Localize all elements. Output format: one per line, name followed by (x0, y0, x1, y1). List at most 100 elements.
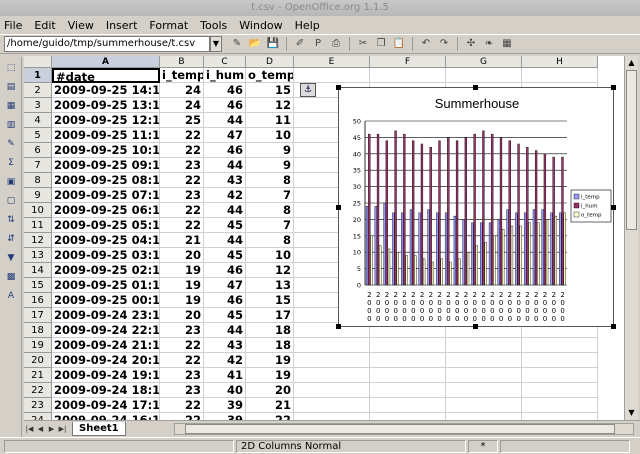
data-cell[interactable]: 21 (160, 233, 204, 248)
chart-handle-t[interactable] (473, 85, 478, 90)
data-cell[interactable] (522, 413, 598, 420)
data-cell[interactable]: 10 (246, 248, 294, 263)
header-cell[interactable] (294, 68, 370, 83)
data-cell[interactable] (522, 368, 598, 383)
next-sheet-icon[interactable]: ▶ (46, 423, 57, 435)
data-cell[interactable]: 13 (246, 278, 294, 293)
data-cell[interactable] (370, 413, 446, 420)
column-header-d[interactable]: D (246, 56, 294, 68)
data-cell[interactable]: 8 (246, 233, 294, 248)
anchor-icon[interactable]: ⚓ (300, 83, 316, 97)
menu-insert[interactable]: Insert (106, 19, 138, 32)
paste-icon[interactable]: 📋 (392, 37, 406, 51)
header-cell[interactable] (370, 68, 446, 83)
row-header[interactable]: 21 (24, 368, 52, 383)
data-cell[interactable]: 2009-09-25 14:15 (52, 83, 160, 98)
data-cell[interactable]: 24 (160, 98, 204, 113)
menu-help[interactable]: Help (295, 19, 320, 32)
data-cell[interactable]: 7 (246, 218, 294, 233)
last-sheet-icon[interactable]: ▶| (57, 423, 68, 435)
data-cell[interactable]: 2009-09-25 10:15 (52, 143, 160, 158)
insert-object-icon[interactable]: ▥ (4, 117, 18, 131)
cut-icon[interactable]: ✂ (356, 37, 370, 51)
data-cell[interactable]: 39 (204, 398, 246, 413)
data-cell[interactable]: 19 (246, 353, 294, 368)
data-cell[interactable]: 47 (204, 278, 246, 293)
row-header[interactable]: 14 (24, 263, 52, 278)
data-cell[interactable]: 22 (160, 398, 204, 413)
column-header-g[interactable]: G (446, 56, 522, 68)
data-cell[interactable]: 2009-09-24 16:15 (52, 413, 160, 420)
chart-handle-bl[interactable] (336, 324, 341, 329)
data-cell[interactable] (294, 413, 370, 420)
row-header[interactable]: 20 (24, 353, 52, 368)
menu-window[interactable]: Window (239, 19, 282, 32)
data-cell[interactable]: 44 (204, 323, 246, 338)
data-cell[interactable]: 22 (160, 338, 204, 353)
sheet-tab[interactable]: Sheet1 (72, 421, 126, 436)
data-cell[interactable]: 2009-09-25 05:15 (52, 218, 160, 233)
edit-mode-icon[interactable]: ✐ (293, 37, 307, 51)
data-cell[interactable]: 22 (160, 128, 204, 143)
row-header[interactable]: 22 (24, 383, 52, 398)
row-header[interactable]: 12 (24, 233, 52, 248)
row-header[interactable]: 10 (24, 203, 52, 218)
chart-icon[interactable]: ▩ (4, 269, 18, 283)
edit-file-icon[interactable]: ✎ (230, 37, 244, 51)
data-cell[interactable]: 22 (160, 218, 204, 233)
data-cell[interactable]: 46 (204, 83, 246, 98)
data-cell[interactable] (370, 368, 446, 383)
data-cell[interactable]: 45 (204, 308, 246, 323)
save-icon[interactable]: 💾 (266, 37, 280, 51)
data-cell[interactable]: 23 (160, 188, 204, 203)
data-cell[interactable] (294, 368, 370, 383)
data-cell[interactable]: 22 (160, 353, 204, 368)
autospellcheck-icon[interactable]: ▢ (4, 193, 18, 207)
data-cell[interactable]: 2009-09-25 12:15 (52, 113, 160, 128)
row-header[interactable]: 17 (24, 308, 52, 323)
data-cell[interactable]: 23 (160, 323, 204, 338)
data-cell[interactable]: 20 (160, 308, 204, 323)
navigator-icon[interactable]: ✣ (464, 37, 478, 51)
data-cell[interactable]: 44 (204, 113, 246, 128)
data-cell[interactable] (370, 398, 446, 413)
data-cell[interactable] (446, 353, 522, 368)
open-icon[interactable]: 📂 (248, 37, 262, 51)
insert-icon[interactable]: ▤ (4, 79, 18, 93)
stylist-icon[interactable]: ❧ (482, 37, 496, 51)
data-cell[interactable] (522, 338, 598, 353)
row-header[interactable]: 8 (24, 173, 52, 188)
print-icon[interactable]: ⎙ (329, 37, 343, 51)
data-cell[interactable]: 2009-09-25 07:15 (52, 188, 160, 203)
data-cell[interactable]: 23 (160, 158, 204, 173)
data-cell[interactable]: 22 (160, 203, 204, 218)
row-header[interactable]: 15 (24, 278, 52, 293)
data-cell[interactable]: 12 (246, 98, 294, 113)
menu-edit[interactable]: Edit (34, 19, 55, 32)
data-cell[interactable]: 17 (246, 308, 294, 323)
show-draw-functions-icon[interactable]: ✎ (4, 136, 18, 150)
data-cell[interactable]: 43 (204, 173, 246, 188)
undo-icon[interactable]: ↶ (419, 37, 433, 51)
data-cell[interactable]: 46 (204, 143, 246, 158)
data-cell[interactable] (370, 353, 446, 368)
data-cell[interactable] (370, 338, 446, 353)
column-header-a[interactable]: A (52, 56, 160, 68)
data-cell[interactable]: 2009-09-24 21:15 (52, 338, 160, 353)
data-cell[interactable] (294, 338, 370, 353)
chart-handle-tr[interactable] (611, 85, 616, 90)
data-cell[interactable]: 22 (160, 413, 204, 420)
data-cell[interactable]: 43 (204, 338, 246, 353)
data-cell[interactable]: 19 (160, 278, 204, 293)
autofilter-icon[interactable]: ▼ (4, 250, 18, 264)
data-cell[interactable]: 19 (246, 368, 294, 383)
chart-object[interactable]: Summerhouse 0 5 10 15 20 25 30 35 40 45 50 2 0 0 0 2 0 0 0 2… (338, 87, 614, 327)
data-cell[interactable]: 2009-09-25 11:15 (52, 128, 160, 143)
data-cell[interactable] (522, 383, 598, 398)
insert-cells-icon[interactable]: ▦ (4, 98, 18, 112)
data-cell[interactable]: 24 (160, 83, 204, 98)
data-cell[interactable]: 15 (246, 83, 294, 98)
header-cell[interactable]: i_temp (160, 68, 204, 83)
data-cell[interactable]: 39 (204, 413, 246, 420)
data-cell[interactable]: 44 (204, 203, 246, 218)
